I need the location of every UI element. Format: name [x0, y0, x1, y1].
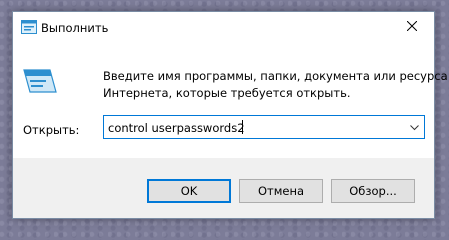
text-cursor — [242, 120, 243, 134]
dropdown-button[interactable] — [404, 116, 424, 138]
instruction-text: Введите имя программы, папки, документа … — [103, 68, 448, 102]
run-icon — [23, 66, 57, 96]
command-combobox[interactable]: control userpasswords2 — [103, 115, 425, 139]
ok-button[interactable]: OK — [147, 179, 231, 203]
chevron-down-icon — [409, 121, 419, 134]
dialog-content: Введите имя программы, папки, документа … — [13, 42, 448, 158]
open-label: Открыть: — [23, 123, 80, 137]
run-icon — [21, 20, 37, 34]
run-dialog: Выполнить Введите имя программы, папки, … — [12, 11, 448, 219]
instruction-line-2: Интернета, которые требуется открыть. — [103, 86, 351, 100]
browse-button[interactable]: Обзор... — [331, 179, 415, 203]
instruction-line-1: Введите имя программы, папки, документа … — [103, 69, 448, 83]
close-button[interactable] — [390, 12, 434, 42]
command-input[interactable]: control userpasswords2 — [108, 121, 245, 135]
close-icon — [406, 20, 418, 34]
cancel-button[interactable]: Отмена — [239, 179, 323, 203]
window-title: Выполнить — [41, 21, 109, 35]
title-bar[interactable]: Выполнить — [13, 12, 434, 42]
button-bar: OK Отмена Обзор... — [13, 158, 434, 218]
